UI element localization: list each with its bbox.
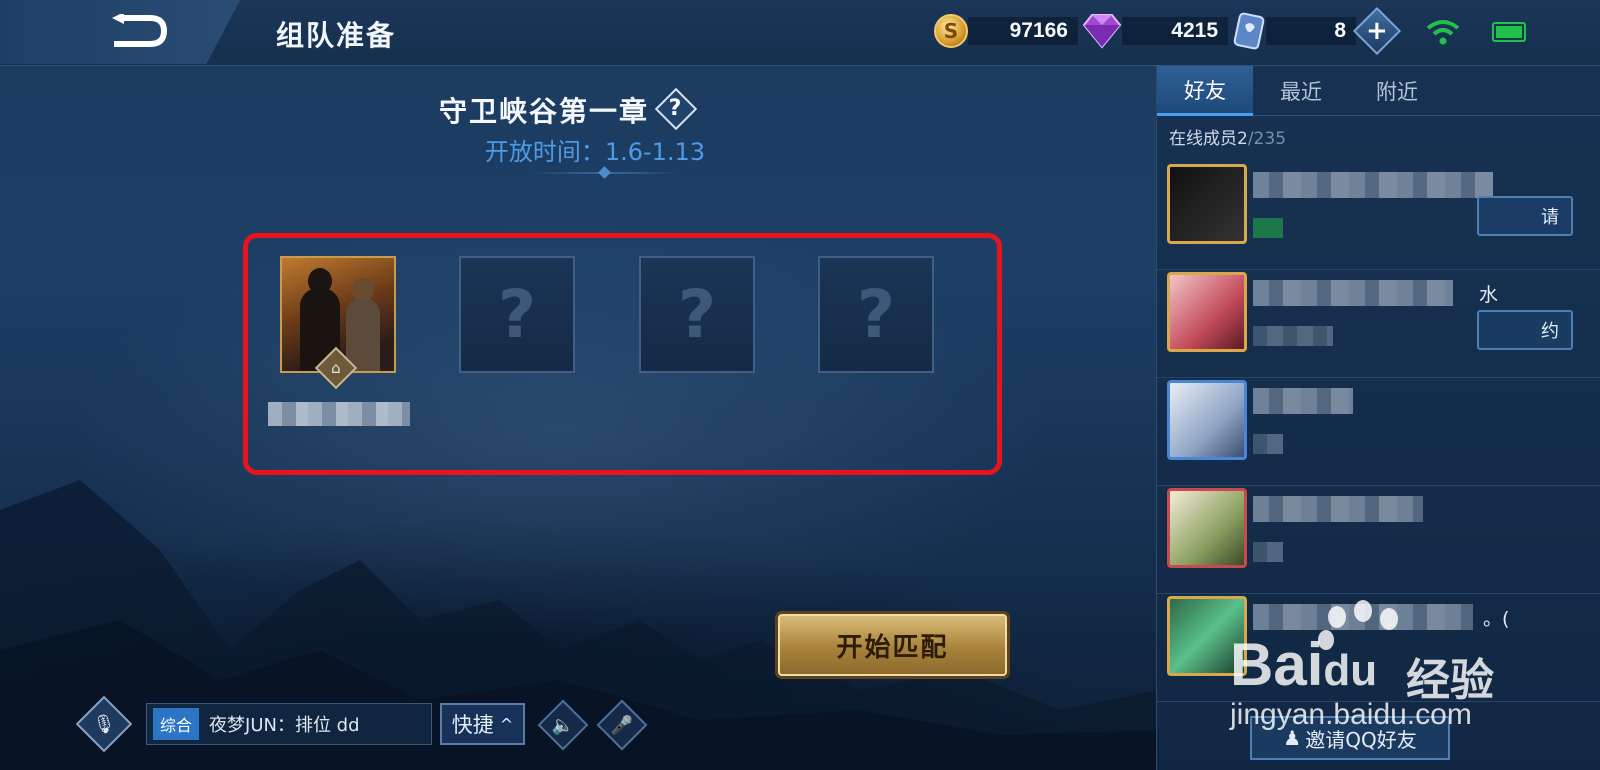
friend-status-blurred — [1253, 326, 1333, 346]
invite-friend-button[interactable]: 请 — [1477, 196, 1573, 236]
friend-name-blurred — [1253, 280, 1453, 306]
help-icon: ? — [668, 96, 684, 121]
diamond-counter: 4215 — [1082, 14, 1228, 49]
member-name-blurred — [268, 402, 410, 426]
watermark-url: jingyan.baidu.com — [1230, 698, 1472, 731]
back-button[interactable] — [0, 0, 240, 64]
chat-input[interactable]: 综合 夜梦JUN：排位 dd — [146, 703, 432, 745]
coupon-counter: 8 + — [1232, 6, 1402, 56]
question-mark-icon: ? — [856, 276, 896, 353]
friend-name-blurred — [1253, 388, 1353, 414]
plus-icon: + — [1366, 15, 1388, 46]
friend-row[interactable]: 请 — [1157, 162, 1600, 270]
friend-name-tail: 水 — [1479, 284, 1499, 306]
tab-nearby[interactable]: 附近 — [1349, 66, 1445, 116]
friend-status-blurred — [1253, 434, 1283, 454]
event-title: 守卫峡谷第一章? — [0, 87, 1130, 131]
team-slot-empty-3[interactable]: ? — [639, 256, 755, 373]
coupon-card-icon — [1233, 12, 1265, 50]
friend-name-blurred — [1253, 496, 1423, 522]
team-slot-empty-4[interactable]: ? — [818, 256, 934, 373]
help-button[interactable]: ? — [654, 87, 698, 131]
microphone-muted-icon: 🎤 — [610, 714, 634, 736]
event-open-time: 开放时间：1.6-1.13 — [484, 138, 706, 166]
friend-avatar — [1167, 488, 1247, 568]
friend-avatar — [1167, 164, 1247, 244]
chat-last-message: 夜梦JUN：排位 dd — [209, 715, 360, 736]
event-title-text: 守卫峡谷第一章 — [438, 95, 649, 128]
home-icon: ⌂ — [331, 359, 341, 377]
friend-status-blurred — [1253, 542, 1283, 562]
friend-avatar — [1167, 272, 1247, 352]
diamond-value: 4215 — [1171, 19, 1218, 42]
microphone-icon: 🎙 — [92, 713, 116, 735]
question-mark-icon: ? — [497, 276, 537, 353]
baidu-jingyan-watermark: Baidu 经验 jingyan.baidu.com — [1230, 600, 1530, 750]
quick-chat-button[interactable]: 快捷 ^ — [440, 703, 525, 745]
tab-recent[interactable]: 最近 — [1253, 66, 1349, 116]
quick-chat-label: 快捷 — [451, 713, 494, 737]
member-total: /235 — [1247, 129, 1287, 149]
diamond-icon — [1082, 14, 1122, 49]
top-bar: 组队准备 S 97166 4215 8 + — [0, 0, 1600, 66]
gold-coin-icon: S — [934, 14, 968, 48]
chevron-up-icon: ^ — [499, 714, 514, 734]
add-currency-button[interactable]: + — [1352, 6, 1402, 56]
friend-row[interactable] — [1157, 486, 1600, 594]
wifi-icon — [1426, 20, 1460, 45]
online-count: 在线成员2 — [1169, 129, 1248, 149]
tab-friends[interactable]: 好友 — [1157, 66, 1253, 116]
friend-row[interactable]: 水 约 — [1157, 270, 1600, 378]
friend-avatar — [1167, 380, 1247, 460]
coupon-value: 8 — [1334, 19, 1346, 42]
back-arrow-icon — [112, 14, 168, 47]
speaker-muted-icon: 🔈 — [551, 714, 575, 736]
page-title: 组队准备 — [276, 19, 397, 52]
gold-value: 97166 — [1009, 19, 1068, 42]
friends-tabs: 好友 最近 附近 — [1157, 66, 1600, 116]
friend-row[interactable] — [1157, 378, 1600, 486]
gold-counter: S 97166 — [934, 14, 1078, 48]
watermark-brand: Baidu — [1230, 631, 1378, 698]
online-members: 在线成员2/235 — [1169, 124, 1286, 149]
chat-channel-tag: 综合 — [153, 708, 200, 740]
start-match-button[interactable]: 开始匹配 — [778, 614, 1007, 676]
battery-icon — [1492, 22, 1526, 42]
friend-status-blurred — [1253, 218, 1283, 238]
team-slot-empty-2[interactable]: ? — [459, 256, 575, 373]
invite-friend-button[interactable]: 约 — [1477, 310, 1573, 350]
friend-name-blurred — [1253, 172, 1493, 198]
question-mark-icon: ? — [677, 276, 717, 353]
